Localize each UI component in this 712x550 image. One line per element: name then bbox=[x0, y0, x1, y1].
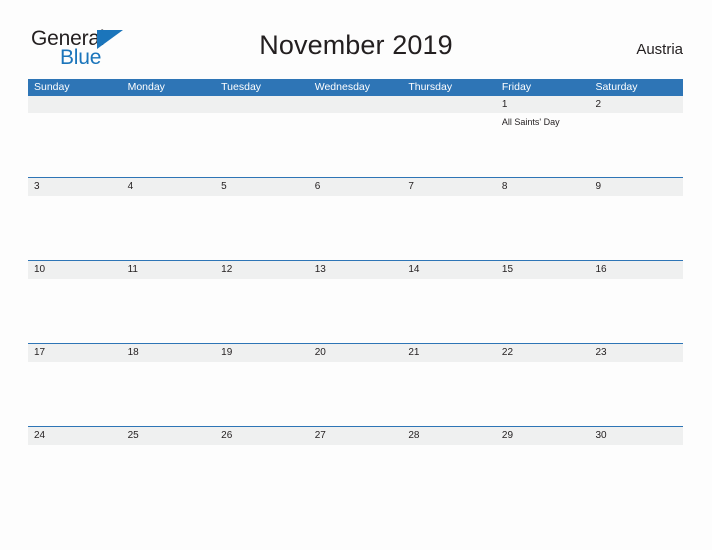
day-events-empty bbox=[122, 113, 216, 177]
day-events-empty bbox=[402, 362, 496, 426]
date-cell-empty bbox=[309, 96, 403, 113]
date-cell[interactable]: 27 bbox=[309, 427, 403, 445]
week-body-band bbox=[28, 362, 683, 426]
date-cell[interactable]: 17 bbox=[28, 344, 122, 362]
holiday-label: All Saints' Day bbox=[501, 117, 560, 127]
date-cell-empty bbox=[402, 96, 496, 113]
day-events-empty bbox=[215, 279, 309, 343]
day-events-empty bbox=[122, 279, 216, 343]
date-cell[interactable]: 5 bbox=[215, 178, 309, 196]
day-events-empty bbox=[28, 113, 122, 177]
day-events-empty bbox=[28, 279, 122, 343]
calendar-week-row: 24 25 26 27 28 29 30 bbox=[28, 426, 683, 509]
date-cell[interactable]: 11 bbox=[122, 261, 216, 279]
day-events-empty bbox=[496, 196, 590, 260]
date-cell[interactable]: 9 bbox=[589, 178, 683, 196]
date-cell[interactable]: 15 bbox=[496, 261, 590, 279]
date-cell-empty bbox=[28, 96, 122, 113]
day-events-empty bbox=[28, 196, 122, 260]
day-events-empty bbox=[122, 196, 216, 260]
day-events-empty bbox=[402, 445, 496, 509]
date-cell[interactable]: 26 bbox=[215, 427, 309, 445]
weekday-header-thursday: Thursday bbox=[408, 81, 453, 93]
day-events-empty bbox=[589, 113, 683, 177]
day-events-empty bbox=[589, 196, 683, 260]
date-cell[interactable]: 18 bbox=[122, 344, 216, 362]
day-events-empty bbox=[402, 196, 496, 260]
calendar-week-row: 1 2 All Saints' Day bbox=[28, 96, 683, 177]
calendar-week-row: 10 11 12 13 14 15 16 bbox=[28, 260, 683, 343]
week-body-band bbox=[28, 445, 683, 509]
weekday-header-row: Sunday Monday Tuesday Wednesday Thursday Frid… bbox=[28, 79, 683, 96]
date-cell[interactable]: 28 bbox=[402, 427, 496, 445]
day-events-empty bbox=[496, 445, 590, 509]
day-events-empty bbox=[309, 279, 403, 343]
weekday-header-wednesday: Wednesday bbox=[314, 81, 370, 93]
day-events[interactable]: All Saints' Day bbox=[496, 113, 590, 177]
day-events-empty bbox=[28, 362, 122, 426]
weekday-header-sunday: Sunday bbox=[34, 81, 70, 93]
date-cell[interactable]: 22 bbox=[496, 344, 590, 362]
calendar-week-row: 3456789 bbox=[28, 177, 683, 260]
date-cell[interactable]: 25 bbox=[122, 427, 216, 445]
date-cell[interactable]: 4 bbox=[122, 178, 216, 196]
date-cell-empty bbox=[122, 96, 216, 113]
day-events-empty bbox=[215, 362, 309, 426]
calendar-week-rows: 1 2 All Saints' Day 3 4 5 6 7 8 9 10 11 12 13 14 15 16 17… bbox=[28, 96, 683, 509]
day-events-empty bbox=[215, 196, 309, 260]
day-events-empty bbox=[215, 445, 309, 509]
date-cell[interactable]: 1 bbox=[496, 96, 590, 113]
region-label: Austria bbox=[636, 41, 683, 58]
page-header: General Blue November 2019 Austria bbox=[0, 0, 712, 76]
week-date-band: 12 bbox=[28, 96, 683, 113]
date-cell[interactable]: 29 bbox=[496, 427, 590, 445]
weekday-header-friday: Friday bbox=[501, 81, 532, 93]
week-body-band: All Saints' Day bbox=[28, 113, 683, 177]
date-cell-empty bbox=[215, 96, 309, 113]
date-cell[interactable]: 23 bbox=[589, 344, 683, 362]
calendar-week-row: 17 18 19 20 21 22 23 bbox=[28, 343, 683, 426]
day-events-empty bbox=[122, 445, 216, 509]
week-body-band bbox=[28, 279, 683, 343]
date-cell[interactable]: 20 bbox=[309, 344, 403, 362]
calendar-grid: Sunday Monday Tuesday Wednesday Thursday Frid… bbox=[28, 79, 683, 509]
day-events-empty bbox=[402, 113, 496, 177]
date-cell[interactable]: 8 bbox=[496, 178, 590, 196]
day-events-empty bbox=[122, 362, 216, 426]
day-events-empty bbox=[589, 279, 683, 343]
weekday-header-monday: Monday bbox=[127, 81, 165, 93]
day-events-empty bbox=[309, 445, 403, 509]
day-events-empty bbox=[402, 279, 496, 343]
date-cell[interactable]: 10 bbox=[28, 261, 122, 279]
date-cell[interactable]: 3 bbox=[28, 178, 122, 196]
date-cell[interactable]: 24 bbox=[28, 427, 122, 445]
day-events-empty bbox=[589, 362, 683, 426]
week-date-band: 3456789 bbox=[28, 177, 683, 196]
day-events-empty bbox=[309, 362, 403, 426]
day-events-empty bbox=[215, 113, 309, 177]
week-date-band: 17 18 19 20 21 22 23 bbox=[28, 343, 683, 362]
date-cell[interactable]: 16 bbox=[589, 261, 683, 279]
date-cell[interactable]: 2 bbox=[589, 96, 683, 113]
page-title: November 2019 bbox=[259, 30, 453, 60]
date-cell[interactable]: 30 bbox=[589, 427, 683, 445]
week-date-band: 24 25 26 27 28 29 30 bbox=[28, 426, 683, 445]
date-cell[interactable]: 12 bbox=[215, 261, 309, 279]
day-events-empty bbox=[309, 113, 403, 177]
day-events-empty bbox=[28, 445, 122, 509]
date-cell[interactable]: 19 bbox=[215, 344, 309, 362]
date-cell[interactable]: 6 bbox=[309, 178, 403, 196]
weekday-header-tuesday: Tuesday bbox=[221, 81, 262, 93]
day-events-empty bbox=[589, 445, 683, 509]
weekday-header-saturday: Saturday bbox=[595, 81, 638, 93]
day-events-empty bbox=[496, 362, 590, 426]
week-date-band: 10 11 12 13 14 15 16 bbox=[28, 260, 683, 279]
week-body-band bbox=[28, 196, 683, 260]
date-cell[interactable]: 13 bbox=[309, 261, 403, 279]
date-cell[interactable]: 21 bbox=[402, 344, 496, 362]
day-events-empty bbox=[496, 279, 590, 343]
day-events-empty bbox=[309, 196, 403, 260]
date-cell[interactable]: 7 bbox=[402, 178, 496, 196]
date-cell[interactable]: 14 bbox=[402, 261, 496, 279]
